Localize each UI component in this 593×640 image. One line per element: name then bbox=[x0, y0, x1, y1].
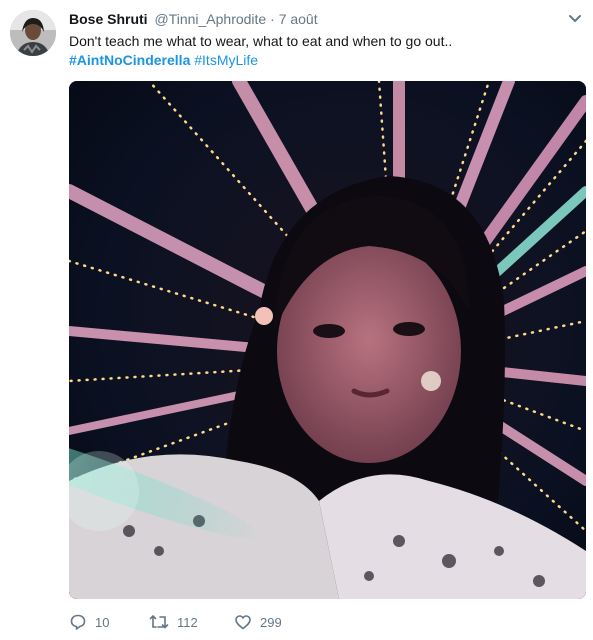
reply-count: 10 bbox=[95, 614, 110, 630]
chevron-down-icon[interactable] bbox=[566, 10, 584, 28]
retweet-count: 112 bbox=[177, 614, 198, 630]
tweet-header: Bose Shruti @Tinni_Aphrodite · 7 août bbox=[69, 10, 318, 28]
retweet-button[interactable]: 112 bbox=[149, 612, 198, 632]
tweet-photo[interactable] bbox=[69, 81, 586, 599]
separator-dot: · bbox=[270, 11, 275, 27]
like-button[interactable]: 299 bbox=[234, 612, 282, 632]
user-handle[interactable]: @Tinni_Aphrodite bbox=[154, 11, 266, 27]
display-name[interactable]: Bose Shruti bbox=[69, 11, 148, 27]
heart-icon bbox=[235, 615, 251, 630]
retweet-icon bbox=[149, 615, 169, 629]
tweet-card[interactable]: Bose Shruti @Tinni_Aphrodite · 7 août Do… bbox=[0, 0, 593, 640]
avatar[interactable] bbox=[10, 10, 56, 56]
hashtag-aintnocinderella[interactable]: #AintNoCinderella bbox=[69, 52, 190, 68]
tweet-text: Don't teach me what to wear, what to eat… bbox=[69, 33, 453, 49]
like-count: 299 bbox=[260, 614, 282, 630]
hashtag-itsmylife[interactable]: #ItsMyLife bbox=[194, 52, 258, 68]
tweet-hashtags: #AintNoCinderella #ItsMyLife bbox=[69, 51, 258, 70]
timestamp[interactable]: 7 août bbox=[279, 11, 318, 27]
reply-icon bbox=[70, 614, 86, 630]
reply-button[interactable]: 10 bbox=[69, 612, 109, 632]
